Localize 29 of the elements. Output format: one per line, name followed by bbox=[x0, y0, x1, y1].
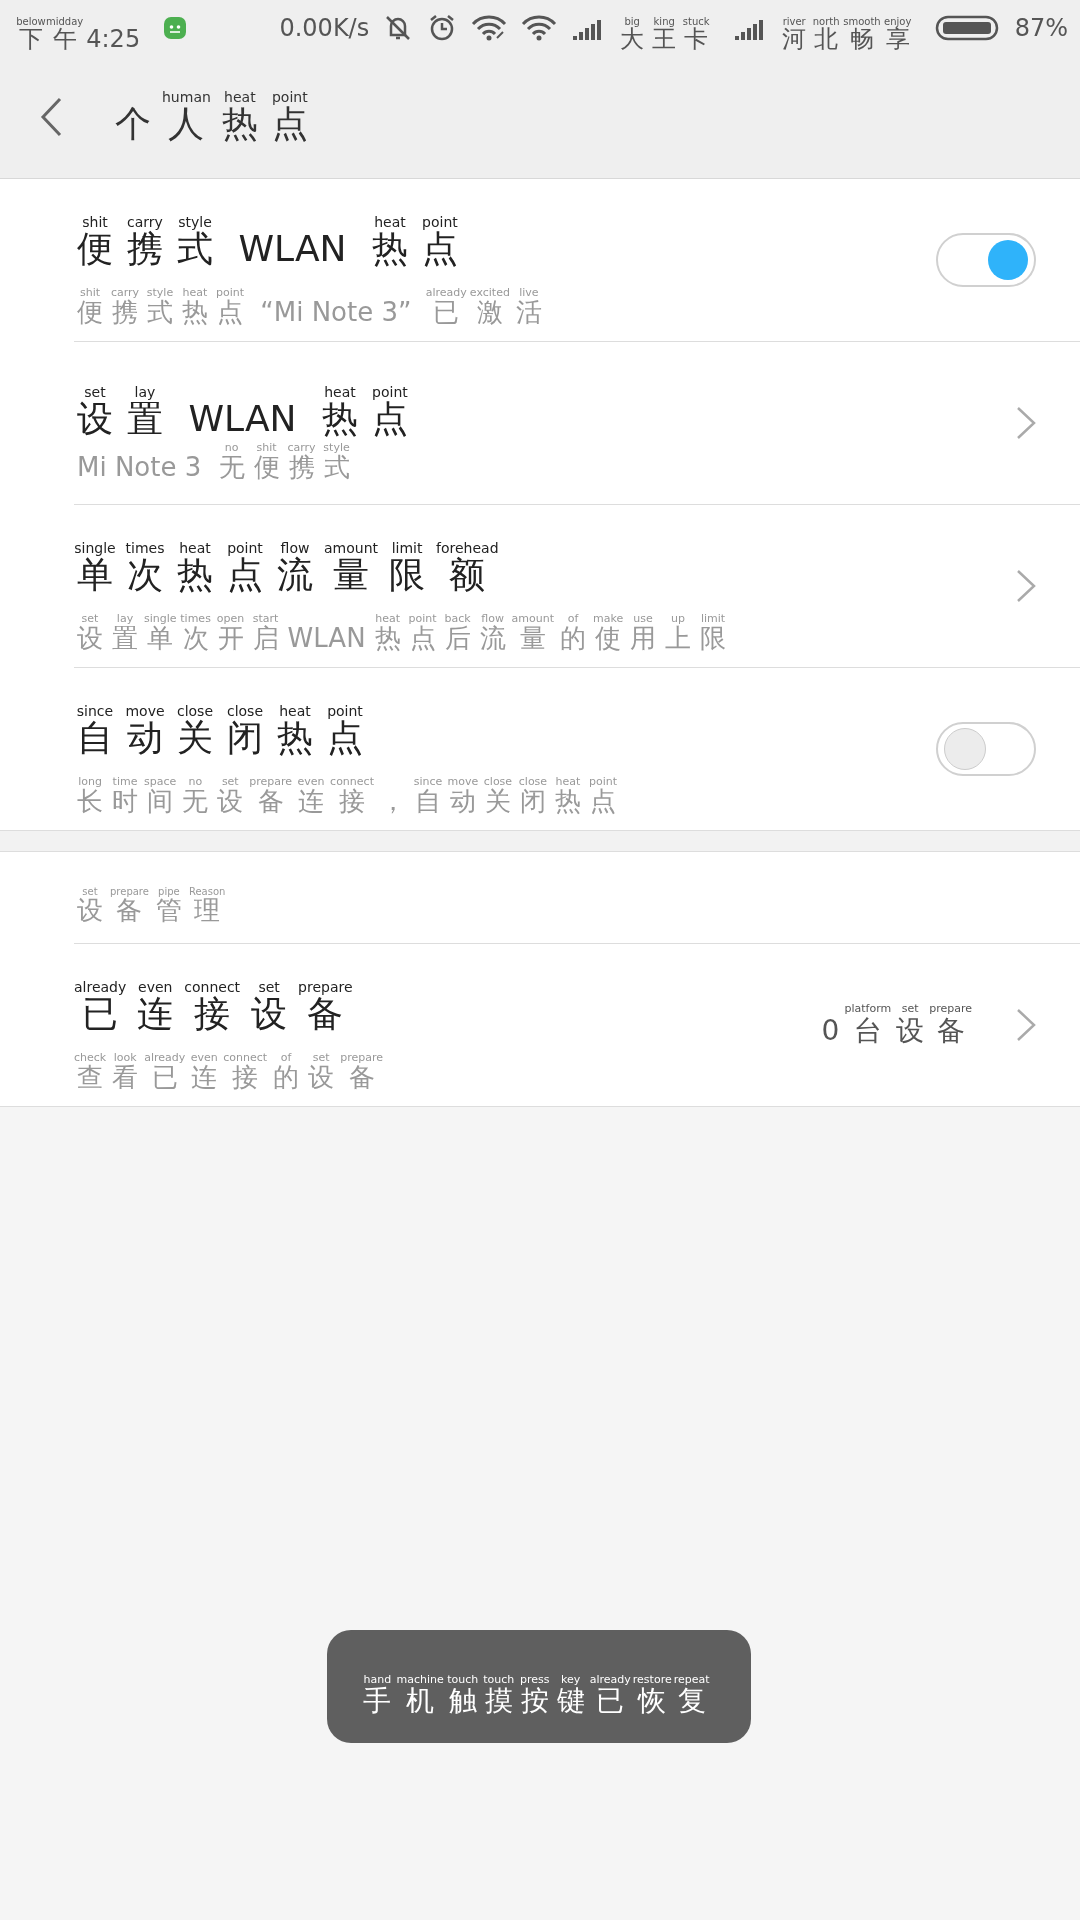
chevron-right-icon bbox=[1016, 1008, 1036, 1042]
setting-subtitle: set 设 lay 置 single 单 times 次 open 开 start 启 WLAN heat 热 point 点 back 后 flow 流 amount 量 of 的 make 使 use 用 up 上 limit 限 bbox=[76, 610, 728, 653]
chevron-right-icon bbox=[1016, 406, 1036, 440]
network-speed: 0.00K/s bbox=[279, 14, 370, 42]
page-title: 个 human 人 heat 热 point 点 bbox=[114, 89, 309, 145]
wifi-icon bbox=[521, 14, 558, 42]
toast-message: hand 手 machine 机 touch 触 touch 摸 press 按 key 键 already 已 restore 恢 repeat 复 bbox=[327, 1630, 751, 1743]
toggle-switch[interactable] bbox=[936, 233, 1036, 287]
setting-subtitle: shit 便 carry 携 style 式 heat 热 point 点 “Mi Note 3” already 已 excited 激 live 活 bbox=[76, 284, 543, 327]
carrier-name: big 大 king 王 stuck 卡 bbox=[619, 15, 711, 53]
setting-title: already 已 even 连 connect 接 set 设 prepare 备 bbox=[74, 977, 354, 1033]
battery-icon bbox=[934, 14, 1001, 42]
setting-title: shit 便 carry 携 style 式 WLAN heat 热 point 点 bbox=[76, 212, 459, 268]
setting-title: set 设 lay 置 WLAN heat 热 point 点 bbox=[76, 382, 409, 439]
chevron-right-icon bbox=[1016, 569, 1036, 603]
battery-percent: 87% bbox=[1014, 14, 1068, 42]
section-header: set 设 prepare 备 pipe 管 Reason 理 bbox=[74, 852, 1080, 944]
setting-value: 0 platform 台 set 设 prepare 备 bbox=[820, 1003, 973, 1047]
android-icon bbox=[163, 16, 188, 40]
setting-subtitle: Mi Note 3 no 无 shit 便 carry 携 style 式 bbox=[76, 442, 351, 483]
setting-title: single 单 times 次 heat 热 point 点 flow 流 amount 量 limit 限 forehead 额 bbox=[74, 538, 500, 594]
status-time: below 下 midday 午 4:25 bbox=[16, 15, 142, 53]
setting-subtitle: long 长 time 时 space 间 no 无 set 设 prepare 备 even 连 connect 接 ， since 自 move 动 close 关 close 闭 heat 热 point 点 bbox=[76, 773, 618, 816]
wifi-link-icon bbox=[471, 14, 508, 42]
setting-title: since 自 move 动 close 关 close 闭 heat 热 point 点 bbox=[75, 701, 364, 757]
toggle-switch[interactable] bbox=[936, 722, 1036, 776]
setting-subtitle: check 查 look 看 already 已 even 连 connect 接 of 的 set 设 prepare 备 bbox=[74, 1049, 384, 1092]
back-icon[interactable] bbox=[40, 97, 62, 137]
carrier-name: river 河 north 北 smooth 畅 enjoy 享 bbox=[781, 15, 913, 53]
